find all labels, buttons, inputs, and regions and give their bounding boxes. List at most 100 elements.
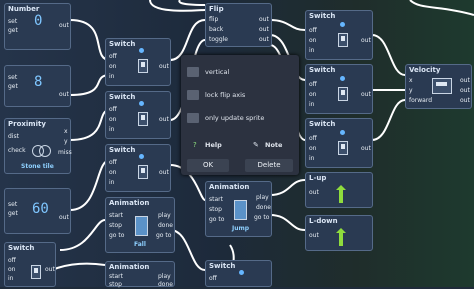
flip-node[interactable]: Flip flip back toggle out out out: [205, 3, 272, 47]
lock-flip-axis-checkbox[interactable]: [187, 90, 199, 100]
proximity-node[interactable]: Proximity dist check x y miss Stone tile: [4, 118, 72, 174]
out-port[interactable]: out: [361, 145, 371, 153]
set-port[interactable]: set: [8, 201, 17, 209]
play-port[interactable]: play: [158, 273, 171, 281]
note-icon[interactable]: ✎: [253, 141, 259, 149]
stop-port[interactable]: stop: [209, 206, 222, 214]
check-port[interactable]: check: [8, 147, 26, 155]
set-port[interactable]: set: [8, 18, 17, 26]
off-port[interactable]: off: [209, 275, 217, 283]
goto-out-port[interactable]: go to: [254, 214, 269, 222]
done-port[interactable]: done: [158, 281, 173, 289]
switch-node-b[interactable]: Switch off on in out: [105, 91, 171, 139]
stop-port[interactable]: stop: [109, 222, 122, 230]
on-port[interactable]: on: [309, 37, 316, 45]
off-port[interactable]: off: [309, 81, 317, 89]
done-port[interactable]: done: [256, 204, 271, 212]
out-port-3[interactable]: out: [460, 97, 470, 105]
switch-node-c[interactable]: Switch off on in out: [105, 144, 171, 192]
out-port[interactable]: out: [159, 169, 169, 177]
lup-node[interactable]: L-up out: [305, 172, 373, 208]
out-port[interactable]: out: [59, 214, 69, 222]
play-port[interactable]: play: [256, 194, 269, 202]
on-port[interactable]: on: [109, 63, 116, 71]
note-button[interactable]: Note: [265, 141, 282, 149]
off-port[interactable]: off: [109, 159, 117, 167]
on-port[interactable]: on: [309, 145, 316, 153]
out-port[interactable]: out: [45, 266, 55, 274]
number-node-3[interactable]: set get 60 out: [4, 188, 71, 234]
switch-node-bottom[interactable]: Switch off: [205, 260, 272, 287]
out-port-3[interactable]: out: [259, 36, 269, 44]
set-port[interactable]: set: [8, 74, 17, 82]
animation-node-jump[interactable]: Animation start stop go to play done go …: [205, 181, 272, 237]
number-node-2[interactable]: set get 8 out: [4, 65, 71, 107]
ok-button[interactable]: OK: [187, 159, 229, 172]
on-port[interactable]: on: [8, 266, 15, 274]
out-port-2[interactable]: out: [460, 87, 470, 95]
switch-toggle[interactable]: [138, 165, 148, 179]
y-port[interactable]: y: [64, 138, 68, 146]
stop-port[interactable]: stop: [109, 281, 122, 289]
back-port[interactable]: back: [209, 26, 223, 34]
switch-toggle[interactable]: [138, 112, 148, 126]
switch-node-r1[interactable]: Switch off on in out: [305, 10, 373, 60]
off-port[interactable]: off: [109, 53, 117, 61]
goto-port[interactable]: go to: [109, 232, 124, 240]
start-port[interactable]: start: [209, 196, 223, 204]
switch-toggle[interactable]: [138, 59, 148, 73]
on-port[interactable]: on: [109, 169, 116, 177]
switch-toggle[interactable]: [338, 141, 348, 155]
in-port[interactable]: in: [109, 179, 114, 187]
x-port[interactable]: x: [409, 77, 413, 85]
out-port[interactable]: out: [59, 91, 69, 99]
goto-port[interactable]: go to: [209, 216, 224, 224]
out-port[interactable]: out: [361, 37, 371, 45]
goto-out-port[interactable]: go to: [156, 232, 171, 240]
off-port[interactable]: off: [8, 257, 16, 265]
in-port[interactable]: in: [309, 155, 314, 163]
play-port[interactable]: play: [158, 212, 171, 220]
in-port[interactable]: in: [309, 101, 314, 109]
out-port-1[interactable]: out: [259, 16, 269, 24]
switch-node-r3[interactable]: Switch off on in out: [305, 118, 373, 168]
in-port[interactable]: in: [8, 275, 13, 283]
number-node-1[interactable]: Number set get 0 out: [4, 3, 71, 50]
switch-node-a[interactable]: Switch off on in out: [105, 38, 171, 86]
switch-toggle[interactable]: [338, 33, 348, 47]
off-port[interactable]: off: [109, 106, 117, 114]
help-icon[interactable]: ?: [193, 141, 197, 149]
toggle-port[interactable]: toggle: [209, 36, 228, 44]
out-port-1[interactable]: out: [460, 77, 470, 85]
only-update-sprite-checkbox[interactable]: [187, 113, 199, 123]
off-port[interactable]: off: [309, 27, 317, 35]
out-port[interactable]: out: [159, 63, 169, 71]
done-port[interactable]: done: [158, 222, 173, 230]
graph-canvas[interactable]: Number set get 0 out set get 8 out Proxi…: [0, 0, 474, 289]
help-button[interactable]: Help: [205, 141, 222, 149]
on-port[interactable]: on: [109, 116, 116, 124]
off-port[interactable]: off: [309, 135, 317, 143]
get-port[interactable]: get: [8, 83, 18, 91]
miss-port[interactable]: miss: [58, 149, 72, 157]
velocity-node[interactable]: Velocity x y forward out out out: [405, 64, 472, 109]
out-port-2[interactable]: out: [259, 26, 269, 34]
out-port[interactable]: out: [361, 91, 371, 99]
dist-port[interactable]: dist: [8, 133, 19, 141]
get-port[interactable]: get: [8, 27, 18, 35]
out-port[interactable]: out: [159, 116, 169, 124]
out-port[interactable]: out: [309, 189, 319, 197]
delete-button[interactable]: Delete: [245, 159, 293, 172]
start-port[interactable]: start: [109, 212, 123, 220]
in-port[interactable]: in: [309, 47, 314, 55]
in-port[interactable]: in: [109, 73, 114, 81]
vertical-checkbox[interactable]: [187, 67, 199, 77]
forward-port[interactable]: forward: [409, 97, 432, 105]
get-port[interactable]: get: [8, 210, 18, 218]
flip-port[interactable]: flip: [209, 16, 218, 24]
y-port[interactable]: y: [409, 87, 413, 95]
x-port[interactable]: x: [64, 128, 68, 136]
on-port[interactable]: on: [309, 91, 316, 99]
out-port[interactable]: out: [59, 22, 69, 30]
start-port[interactable]: start: [109, 273, 123, 281]
